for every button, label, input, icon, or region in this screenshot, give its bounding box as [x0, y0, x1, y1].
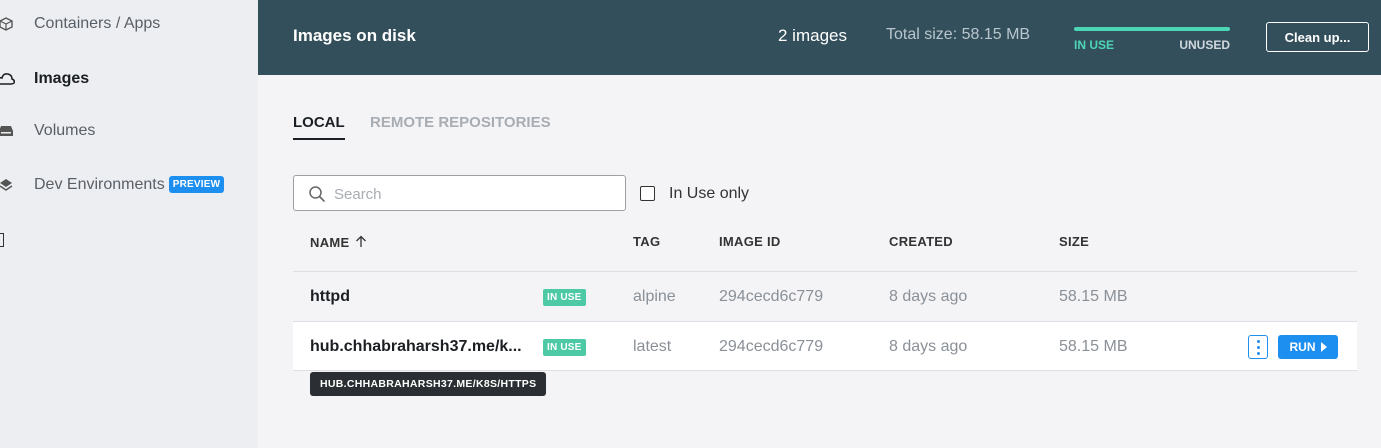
clean-up-button[interactable]: Clean up... [1266, 22, 1369, 52]
column-header-size[interactable]: SIZE [1059, 234, 1089, 249]
sort-arrow-up-icon [355, 235, 367, 251]
usage-bar [1074, 27, 1230, 31]
in-use-only-label: In Use only [669, 185, 750, 202]
image-created: 8 days ago [889, 288, 968, 305]
bracket-icon [0, 233, 4, 247]
sidebar-item-volumes[interactable]: Volumes [0, 116, 258, 146]
cloud-icon [0, 69, 16, 89]
search-icon [308, 185, 326, 203]
image-name-tooltip: HUB.CHHABRAHARSH37.ME/K8S/HTTPS [310, 372, 547, 396]
containers-icon [0, 14, 16, 34]
run-button[interactable]: RUN [1278, 335, 1338, 359]
sidebar-item-dev-environments[interactable]: Dev Environments PREVIEW [0, 170, 258, 200]
sidebar-item-label: Containers / Apps [34, 15, 161, 32]
image-size: 58.15 MB [1059, 338, 1128, 355]
unused-label: UNUSED [1179, 38, 1230, 52]
image-tag: alpine [633, 288, 676, 305]
play-arrow-icon [1320, 342, 1327, 352]
in-use-badge: IN USE [543, 339, 586, 356]
search-box[interactable] [293, 175, 626, 211]
sidebar-item-containers[interactable]: Containers / Apps [0, 9, 258, 39]
tab-remote-repositories[interactable]: REMOTE REPOSITORIES [370, 114, 551, 131]
image-name: hub.chhabraharsh37.me/k... [310, 338, 522, 355]
image-created: 8 days ago [889, 338, 968, 355]
drive-icon [0, 121, 16, 141]
sidebar-item-label: Images [34, 70, 90, 87]
in-use-only-checkbox[interactable] [640, 186, 655, 201]
column-header-name[interactable]: NAME [310, 234, 367, 250]
image-count: 2 images [778, 26, 847, 45]
sidebar-item-label: Dev Environments [34, 175, 165, 193]
more-options-icon[interactable] [1248, 335, 1268, 359]
total-size: Total size: 58.15 MB [886, 26, 1031, 43]
sidebar-item-images[interactable]: Images [0, 64, 258, 94]
in-use-label: IN USE [1074, 38, 1115, 52]
sidebar-item-label-wrap: Dev Environments PREVIEW [34, 175, 225, 195]
page-title: Images on disk [293, 26, 416, 45]
in-use-badge: IN USE [543, 289, 586, 306]
layers-icon [0, 175, 16, 195]
usage-meter: IN USE UNUSED [1074, 27, 1230, 55]
image-name: httpd [310, 288, 350, 305]
image-size: 58.15 MB [1059, 288, 1128, 305]
usage-bar-fill [1074, 27, 1230, 31]
search-input[interactable] [334, 182, 614, 206]
image-id: 294cecd6c779 [719, 338, 824, 355]
column-header-image-id[interactable]: IMAGE ID [719, 234, 781, 249]
sidebar: Containers / Apps Images Volumes Dev Env… [0, 0, 258, 448]
sidebar-item-label: Volumes [34, 122, 96, 139]
table-row[interactable]: httpd IN USE alpine 294cecd6c779 8 days … [293, 271, 1357, 321]
column-header-tag[interactable]: TAG [633, 234, 660, 249]
column-header-created[interactable]: CREATED [889, 234, 953, 249]
run-button-label: RUN [1289, 340, 1316, 354]
page-header: Images on disk 2 images Total size: 58.1… [258, 0, 1381, 75]
tab-local[interactable]: LOCAL [293, 114, 345, 140]
table-row[interactable]: hub.chhabraharsh37.me/k... IN USE latest… [293, 321, 1357, 371]
column-header-label: NAME [310, 235, 350, 250]
preview-badge: PREVIEW [168, 175, 225, 193]
image-id: 294cecd6c779 [719, 288, 824, 305]
image-tag: latest [633, 338, 672, 355]
